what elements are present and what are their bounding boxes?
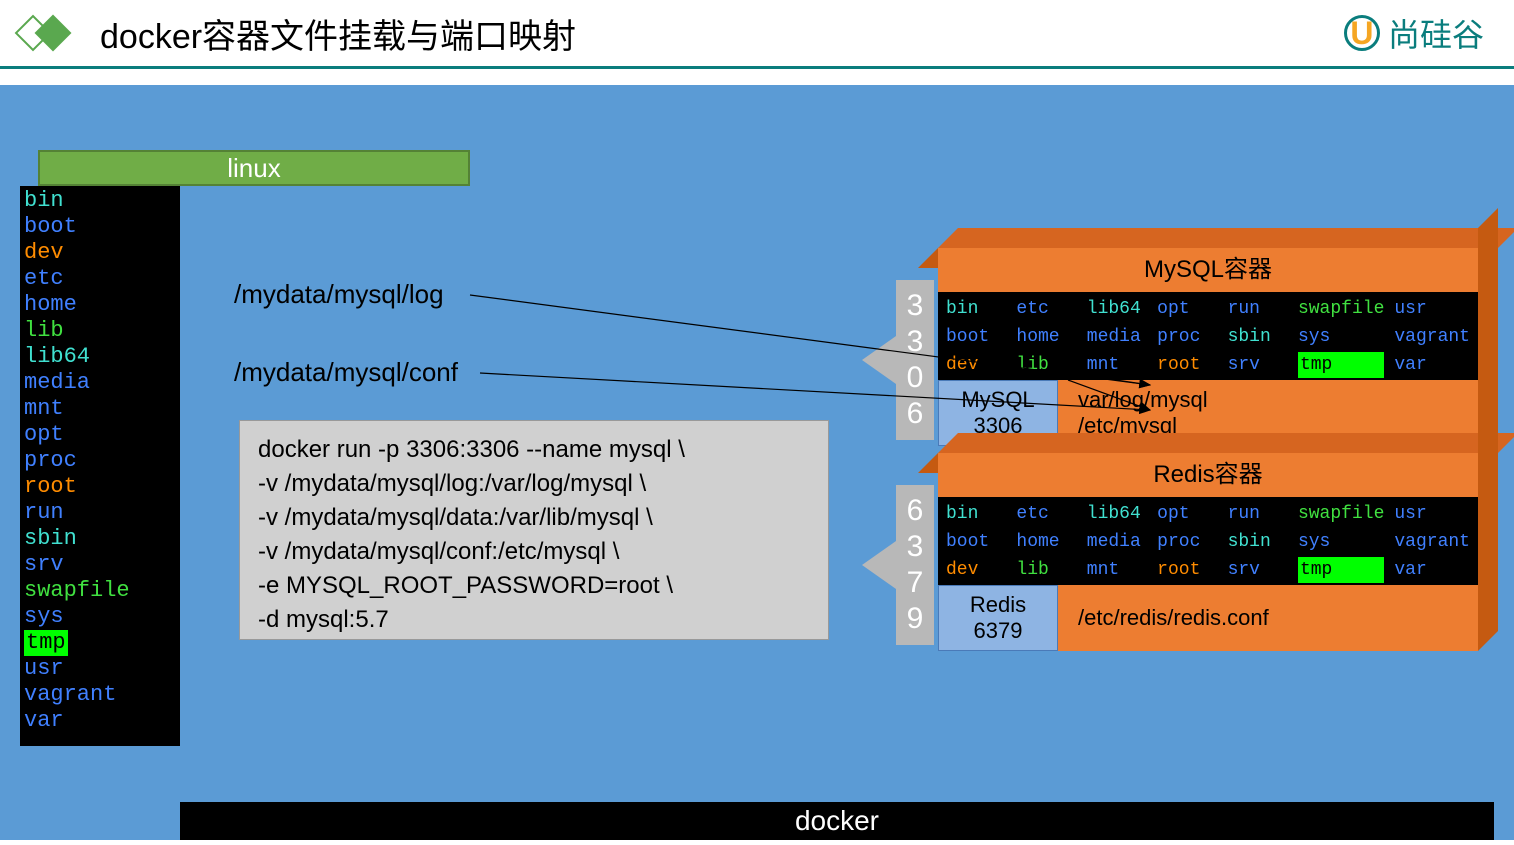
dir-home: home [24, 292, 176, 318]
dir-sbin: sbin [24, 526, 176, 552]
mysql-title: MySQL容器 [938, 248, 1478, 292]
dir-srv: srv [24, 552, 176, 578]
redis-host-port: 6379 [896, 485, 934, 645]
dir-dev: dev [946, 352, 1006, 378]
cmd-line: -e MYSQL_ROOT_PASSWORD=root \ [258, 569, 810, 603]
redis-inner-port: 6379 [939, 618, 1057, 644]
dir-run: run [1228, 501, 1288, 527]
dir-mnt: mnt [24, 396, 176, 422]
dir-root: root [1157, 352, 1217, 378]
dir-lib: lib [1016, 352, 1076, 378]
redis-mounted-paths: /etc/redis/redis.conf [1058, 585, 1478, 651]
diagram-canvas: linux binbootdevetchomeliblib64mediamnto… [0, 85, 1514, 840]
dir-tmp: tmp [1298, 352, 1384, 378]
dir-vagrant: vagrant [1394, 529, 1470, 555]
dir-sbin: sbin [1228, 324, 1288, 350]
dir-media: media [1087, 324, 1147, 350]
redis-path1: /etc/redis/redis.conf [1078, 605, 1458, 631]
cmd-line: -v /mydata/mysql/conf:/etc/mysql \ [258, 535, 810, 569]
mysql-path1: var/log/mysql [1078, 387, 1458, 413]
dir-root: root [1157, 557, 1217, 583]
dir-var: var [1394, 557, 1470, 583]
dir-swapfile: swapfile [1298, 296, 1384, 322]
host-path-log: /mydata/mysql/log [234, 279, 444, 310]
mysql-filesystem: binetc lib64 optrun swapfile usr boot home medi… [938, 292, 1478, 380]
dir-sys: sys [1298, 529, 1384, 555]
dir-boot: boot [24, 214, 176, 240]
dir-proc: proc [1157, 324, 1217, 350]
dir-swapfile: swapfile [1298, 501, 1384, 527]
linux-label: linux [38, 150, 470, 186]
dir-lib: lib [24, 318, 176, 344]
dir-usr: usr [24, 656, 176, 682]
dir-tmp: tmp [24, 630, 68, 656]
dir-dev: dev [24, 240, 176, 266]
mysql-container: MySQL容器 binetc lib64 optrun swapfile usr boot… [938, 248, 1478, 446]
docker-label: docker [180, 802, 1494, 840]
dir-var: var [1394, 352, 1470, 378]
dir-media: media [24, 370, 176, 396]
redis-filesystem: binetc lib64 optrun swapfile usr boot home medi… [938, 497, 1478, 585]
arrow-left-icon [862, 336, 896, 384]
redis-container: Redis容器 binetc lib64 optrun swapfile usr boot… [938, 453, 1478, 651]
brand-text: 尚硅谷 [1388, 10, 1484, 56]
dir-lib64: lib64 [1087, 296, 1147, 322]
dir-vagrant: vagrant [1394, 324, 1470, 350]
dir-tmp: tmp [1298, 557, 1384, 583]
cmd-line: docker run -p 3306:3306 --name mysql \ [258, 433, 810, 467]
redis-name-box: Redis 6379 [938, 585, 1058, 651]
dir-root: root [24, 474, 176, 500]
dir-opt: opt [24, 422, 176, 448]
dir-dev: dev [946, 557, 1006, 583]
dir-mnt: mnt [1087, 557, 1147, 583]
dir-etc: etc [24, 266, 176, 292]
brand-logo: U 尚硅谷 [1344, 10, 1484, 56]
dir-home: home [1016, 529, 1076, 555]
linux-filesystem: binbootdevetchomeliblib64mediamntoptproc… [20, 186, 180, 746]
dir-var: var [24, 708, 176, 734]
dir-swapfile: swapfile [24, 578, 176, 604]
docker-command: docker run -p 3306:3306 --name mysql \ -… [239, 420, 829, 640]
dir-lib64: lib64 [1087, 501, 1147, 527]
dir-media: media [1087, 529, 1147, 555]
header: docker容器文件挂载与端口映射 U 尚硅谷 [0, 0, 1514, 69]
redis-name: Redis [939, 592, 1057, 618]
cmd-line: -v /mydata/mysql/data:/var/lib/mysql \ [258, 501, 810, 535]
dir-etc: etc [1016, 501, 1076, 527]
dir-proc: proc [1157, 529, 1217, 555]
dir-opt: opt [1157, 296, 1217, 322]
host-path-conf: /mydata/mysql/conf [234, 357, 458, 388]
page-title: docker容器文件挂载与端口映射 [100, 9, 576, 58]
dir-srv: srv [1228, 352, 1288, 378]
brand-icon: U [1344, 15, 1380, 51]
dir-boot: boot [946, 529, 1006, 555]
dir-sys: sys [1298, 324, 1384, 350]
dir-bin: bin [946, 296, 1006, 322]
arrow-left-icon [862, 541, 896, 589]
dir-vagrant: vagrant [24, 682, 176, 708]
dir-sys: sys [24, 604, 176, 630]
dir-etc: etc [1016, 296, 1076, 322]
mysql-host-port: 3306 [896, 280, 934, 440]
dir-run: run [24, 500, 176, 526]
dir-bin: bin [24, 188, 176, 214]
mysql-name: MySQL [939, 387, 1057, 413]
dir-srv: srv [1228, 557, 1288, 583]
dir-run: run [1228, 296, 1288, 322]
dir-boot: boot [946, 324, 1006, 350]
dir-mnt: mnt [1087, 352, 1147, 378]
dir-usr: usr [1394, 501, 1470, 527]
dir-lib64: lib64 [24, 344, 176, 370]
cmd-line: -d mysql:5.7 [258, 603, 810, 637]
dir-home: home [1016, 324, 1076, 350]
redis-title: Redis容器 [938, 453, 1478, 497]
cmd-line: -v /mydata/mysql/log:/var/log/mysql \ [258, 467, 810, 501]
dir-opt: opt [1157, 501, 1217, 527]
dir-sbin: sbin [1228, 529, 1288, 555]
dir-proc: proc [24, 448, 176, 474]
dir-bin: bin [946, 501, 1006, 527]
dir-usr: usr [1394, 296, 1470, 322]
dir-lib: lib [1016, 557, 1076, 583]
logo-icon [20, 8, 70, 58]
